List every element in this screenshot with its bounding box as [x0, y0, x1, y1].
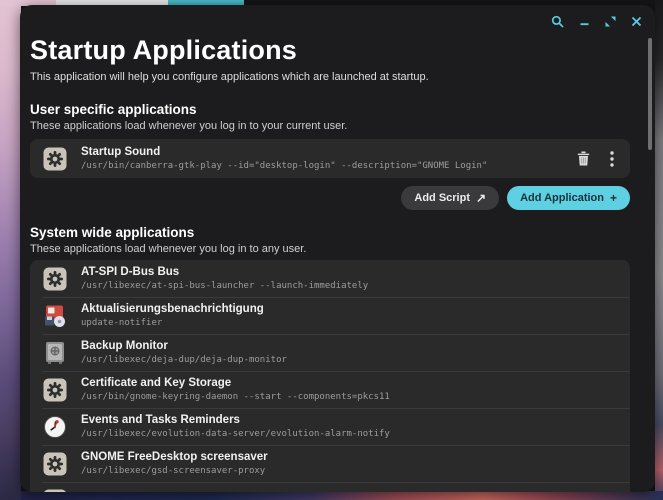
close-icon[interactable] [631, 16, 642, 27]
gear-icon [42, 377, 68, 403]
external-arrow-icon: ↗ [476, 191, 486, 205]
app-row-text: Startup Sound /usr/bin/canberra-gtk-play… [81, 146, 487, 172]
user-section-heading: User specific applications [30, 102, 630, 118]
window-controls [551, 15, 642, 28]
wallpaper-right [655, 0, 663, 500]
safe-icon [42, 340, 68, 366]
app-command: /usr/bin/canberra-gtk-play --id="desktop… [81, 161, 487, 172]
app-name: Certificate and Key Storage [81, 377, 390, 390]
wallpaper-bottom [21, 491, 663, 500]
window-content: Startup Applications This application wi… [20, 35, 655, 492]
app-row[interactable]: Aktualisierungsbenachrichtigung update-n… [30, 297, 630, 334]
row-actions [577, 151, 618, 167]
startup-applications-window: Startup Applications This application wi… [20, 5, 655, 492]
app-command: update-notifier [81, 318, 264, 329]
app-name: Backup Monitor [81, 340, 287, 353]
app-row-text: AT-SPI D-Bus Bus /usr/libexec/at-spi-bus… [81, 266, 368, 292]
action-buttons: Add Script ↗ Add Application + [30, 186, 630, 210]
app-name: Aktualisierungsbenachrichtigung [81, 303, 264, 316]
app-command: /usr/libexec/at-spi-bus-launcher --launc… [81, 281, 368, 292]
app-row[interactable]: GNOME FreeDesktop screensaver /usr/libex… [30, 445, 630, 482]
add-script-button[interactable]: Add Script ↗ [401, 186, 499, 210]
app-row[interactable]: Certificate and Key Storage /usr/bin/gno… [30, 371, 630, 408]
app-row-startup-sound[interactable]: Startup Sound /usr/bin/canberra-gtk-play… [30, 139, 630, 178]
minimize-icon[interactable] [579, 16, 590, 27]
page-title: Startup Applications [30, 35, 630, 65]
add-script-label: Add Script [414, 192, 470, 204]
scrollbar-thumb[interactable] [648, 38, 652, 150]
app-row-text: Certificate and Key Storage /usr/bin/gno… [81, 377, 390, 403]
add-application-button[interactable]: Add Application + [507, 186, 630, 210]
add-application-label: Add Application [520, 192, 604, 204]
wallpaper-left [0, 0, 21, 500]
gear-icon [42, 488, 68, 493]
unmaximize-icon[interactable] [605, 16, 616, 27]
app-command: /usr/bin/gnome-keyring-daemon --start --… [81, 392, 390, 403]
gear-icon [42, 451, 68, 477]
gear-icon [42, 146, 68, 172]
app-row-text: GNOME FreeDesktop screensaver /usr/libex… [81, 451, 268, 477]
app-row[interactable]: Events and Tasks Reminders /usr/libexec/… [30, 408, 630, 445]
app-row[interactable]: Backup Monitor /usr/libexec/deja-dup/dej… [30, 334, 630, 371]
app-name: Events and Tasks Reminders [81, 414, 390, 427]
system-section-description: These applications load whenever you log… [30, 242, 630, 256]
headerbar [20, 5, 655, 31]
plus-icon: + [610, 191, 617, 205]
app-row-text: Backup Monitor /usr/libexec/deja-dup/dej… [81, 340, 287, 366]
app-name: Startup Sound [81, 146, 487, 159]
app-command: /usr/libexec/evolution-data-server/evolu… [81, 429, 390, 440]
app-command: /usr/libexec/deja-dup/deja-dup-monitor [81, 355, 287, 366]
user-app-list: Startup Sound /usr/bin/canberra-gtk-play… [30, 139, 630, 178]
app-row[interactable]: AT-SPI D-Bus Bus /usr/libexec/at-spi-bus… [30, 260, 630, 297]
app-row-text: Aktualisierungsbenachrichtigung update-n… [81, 303, 264, 329]
page-subtitle: This application will help you configure… [30, 70, 630, 84]
app-command: /usr/libexec/gsd-screensaver-proxy [81, 466, 268, 477]
app-row[interactable]: GNOME RFKill support [30, 482, 630, 492]
app-name: GNOME FreeDesktop screensaver [81, 451, 268, 464]
delete-icon[interactable] [577, 151, 590, 166]
user-section-description: These applications load whenever you log… [30, 119, 630, 133]
updater-icon [42, 303, 68, 329]
app-name: AT-SPI D-Bus Bus [81, 266, 368, 279]
search-icon[interactable] [551, 15, 564, 28]
system-section-heading: System wide applications [30, 225, 630, 241]
clock-icon [42, 414, 68, 440]
system-app-list: AT-SPI D-Bus Bus /usr/libexec/at-spi-bus… [30, 260, 630, 492]
more-menu-icon[interactable] [610, 151, 614, 167]
app-row-text: Events and Tasks Reminders /usr/libexec/… [81, 414, 390, 440]
gear-icon [42, 266, 68, 292]
